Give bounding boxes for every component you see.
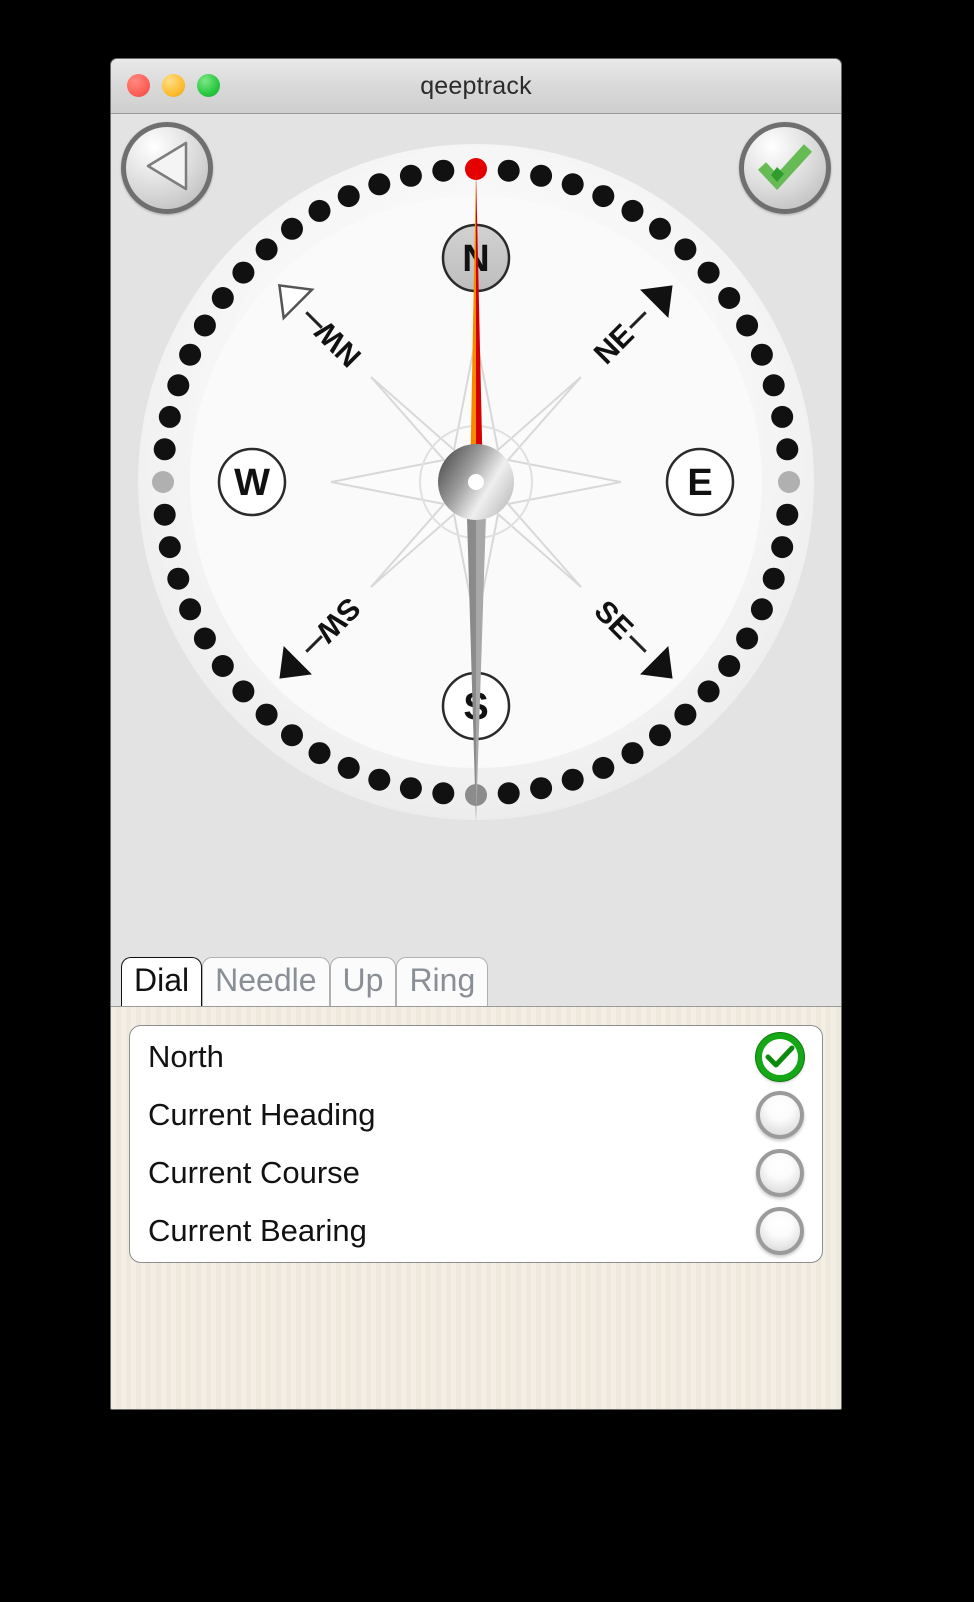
tick-dot xyxy=(497,782,520,805)
tick-dot xyxy=(399,777,422,800)
tick-dot xyxy=(497,159,520,182)
tick-dot xyxy=(762,374,785,397)
tick-dot xyxy=(674,238,697,261)
tab-dial[interactable]: Dial xyxy=(121,957,203,1006)
tick-dot xyxy=(193,627,216,650)
svg-text:W: W xyxy=(234,462,270,504)
radio-unselected[interactable] xyxy=(756,1091,804,1139)
tick-dot xyxy=(193,314,216,337)
tick-dot xyxy=(750,598,773,621)
list-item-label: Current Course xyxy=(148,1155,360,1190)
tick-dot xyxy=(736,314,759,337)
tick-dot xyxy=(232,261,255,284)
list-item[interactable]: Current Bearing xyxy=(130,1202,822,1260)
tick-dot xyxy=(736,627,759,650)
tick-dot xyxy=(337,185,360,208)
tick-dot xyxy=(771,536,794,559)
tick-dot xyxy=(750,343,773,366)
tick-dot xyxy=(337,756,360,779)
tab-needle[interactable]: Needle xyxy=(202,957,330,1006)
tick-dot xyxy=(158,405,181,428)
window-title: qeeptrack xyxy=(420,71,532,100)
tick-dot xyxy=(308,199,331,222)
tab-label: Ring xyxy=(409,961,476,998)
radio-selected-check-icon[interactable] xyxy=(756,1033,804,1081)
tick-dot xyxy=(167,374,190,397)
list-item[interactable]: Current Course xyxy=(130,1144,822,1202)
tick-dot xyxy=(368,768,391,791)
needle-hub-center xyxy=(468,474,484,490)
tick-dot xyxy=(561,768,584,791)
tick-dot xyxy=(776,503,799,526)
tick-dot xyxy=(530,164,553,187)
tick-dot xyxy=(255,703,278,726)
list-item-label: Current Heading xyxy=(148,1097,376,1132)
tick-dot xyxy=(211,655,234,677)
tick-dot xyxy=(718,655,741,677)
tick-dot xyxy=(153,503,176,526)
app-window: qeeptrack E W NE SE SW NW Dial Needle Up… xyxy=(110,58,842,1410)
list-item-label: North xyxy=(148,1039,224,1074)
tick-dot xyxy=(561,173,584,196)
radio-unselected[interactable] xyxy=(756,1207,804,1255)
tab-bar: Dial Needle Up Ring xyxy=(111,954,841,1006)
tick-dot xyxy=(368,173,391,196)
tick-dot xyxy=(281,217,303,240)
tick-dot xyxy=(762,567,785,590)
cardinal-marker-e: E xyxy=(665,447,735,517)
tick-dot xyxy=(530,777,553,800)
tick-dot xyxy=(179,598,202,621)
compass-dial[interactable]: NESW NESESWNW xyxy=(126,132,826,832)
tick-dot xyxy=(255,238,278,261)
tick-dot xyxy=(167,567,190,590)
tick-dot xyxy=(674,703,697,726)
tick-dot xyxy=(308,742,331,765)
tick-dot xyxy=(718,287,741,309)
dial-mode-list: North Current Heading Current Course Curren… xyxy=(129,1025,823,1263)
tick-dot xyxy=(778,471,800,493)
list-item[interactable]: Current Heading xyxy=(130,1086,822,1144)
tick-dot xyxy=(697,680,720,703)
tab-label: Dial xyxy=(134,961,190,998)
list-item-label: Current Bearing xyxy=(148,1213,367,1248)
tick-dot xyxy=(153,438,176,461)
tick-dot xyxy=(776,438,799,461)
title-bar: qeeptrack xyxy=(111,59,841,114)
tick-dot xyxy=(152,471,174,493)
compass-dial-svg[interactable]: NESW NESESWNW xyxy=(126,132,826,832)
tick-dot xyxy=(232,680,255,703)
tab-up[interactable]: Up xyxy=(329,957,397,1006)
tick-dot xyxy=(399,164,422,187)
list-item[interactable]: North xyxy=(130,1028,822,1086)
tick-dot xyxy=(649,724,671,747)
tick-dot xyxy=(592,185,615,208)
tab-ring[interactable]: Ring xyxy=(396,957,489,1006)
tab-label: Up xyxy=(342,961,384,998)
tab-label: Needle xyxy=(215,961,317,998)
tick-dot xyxy=(179,343,202,366)
compass-view: NESW NESESWNW xyxy=(111,114,841,954)
tick-dot xyxy=(621,199,644,222)
tick-dot xyxy=(621,742,644,765)
tick-dot xyxy=(211,287,234,309)
tick-dot xyxy=(432,782,455,805)
tick-dot xyxy=(158,536,181,559)
tick-dot xyxy=(432,159,455,182)
tick-dot xyxy=(592,756,615,779)
tick-dot xyxy=(771,405,794,428)
tick-dot xyxy=(697,261,720,284)
tick-dot xyxy=(281,724,303,747)
svg-text:E: E xyxy=(687,462,712,504)
cardinal-marker-w: W xyxy=(217,447,287,517)
radio-unselected[interactable] xyxy=(756,1149,804,1197)
tick-dot xyxy=(649,217,671,240)
options-panel: North Current Heading Current Course Curren… xyxy=(111,1006,841,1409)
